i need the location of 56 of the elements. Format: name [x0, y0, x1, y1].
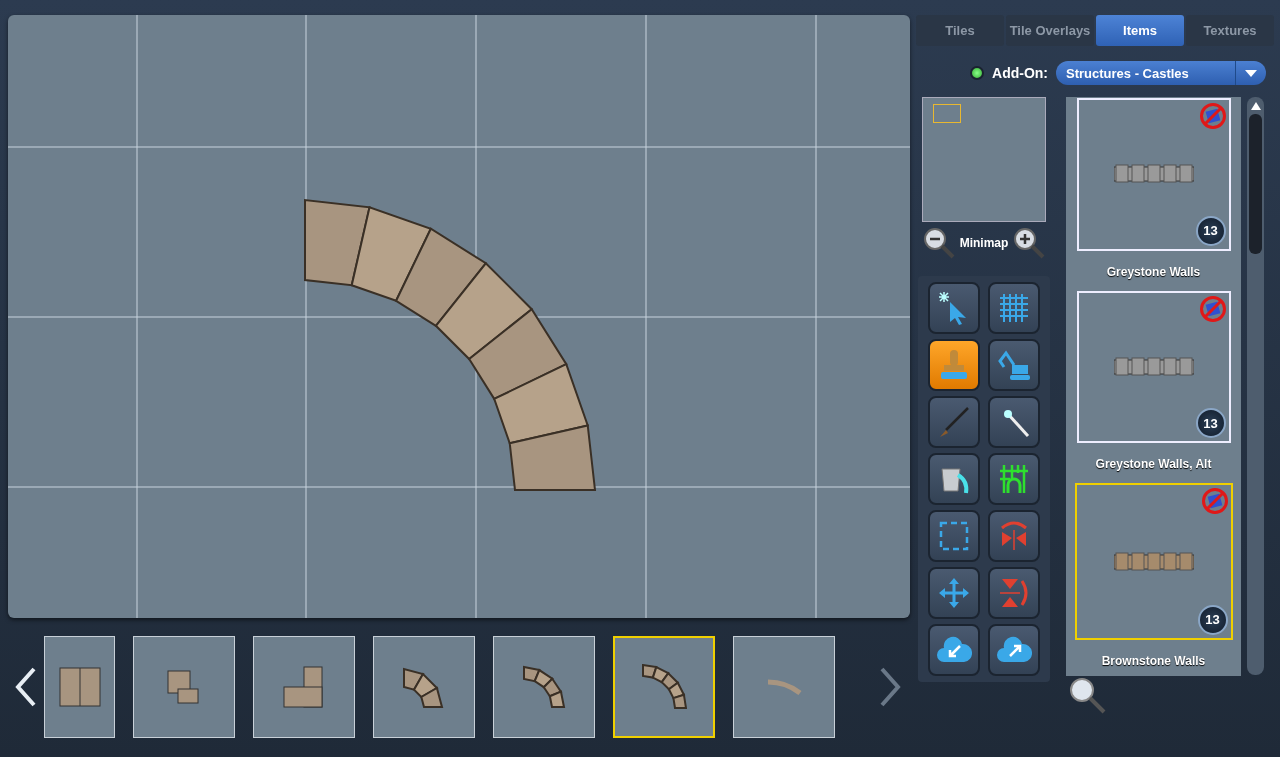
- minimap-label: Minimap: [959, 236, 1009, 250]
- no-dice-icon: [1200, 487, 1229, 516]
- piece-thumbnail[interactable]: [253, 636, 355, 738]
- tool-button[interactable]: [928, 282, 980, 334]
- item-name: Greystone Walls: [1106, 264, 1201, 279]
- piece-thumbnail[interactable]: [373, 636, 475, 738]
- item-card[interactable]: 13: [1076, 98, 1231, 251]
- piece-thumbnail[interactable]: [733, 636, 835, 738]
- piece-thumbnail[interactable]: [133, 636, 235, 738]
- stone-arch-icon: [641, 664, 687, 710]
- status-light: [970, 66, 984, 80]
- zoom-out-icon[interactable]: [921, 226, 956, 260]
- zoom-in-icon[interactable]: [1012, 226, 1047, 260]
- tool-button[interactable]: [928, 567, 980, 619]
- tool-button[interactable]: [988, 282, 1040, 334]
- count-badge: 13: [1195, 215, 1226, 246]
- tool-button[interactable]: [988, 624, 1040, 676]
- category-tab[interactable]: Items: [1096, 15, 1184, 46]
- stone-arch-icon: [402, 665, 446, 709]
- caret-icon: [1245, 69, 1257, 77]
- stone-arc-icon: [766, 679, 802, 695]
- stone-corner-icon: [166, 669, 202, 705]
- no-dice-icon: [1198, 102, 1227, 130]
- piece-thumbnail[interactable]: [613, 636, 715, 738]
- item-name: Brownstone Walls: [1101, 654, 1206, 668]
- scrollbar[interactable]: [1247, 97, 1264, 675]
- category-tab[interactable]: Tile Overlays: [1006, 15, 1094, 46]
- tool-button[interactable]: [988, 453, 1040, 505]
- item-name: Greystone Walls, Alt: [1095, 457, 1212, 472]
- scroll-up-icon[interactable]: [1250, 102, 1261, 110]
- viewport-frame: [933, 104, 961, 123]
- piece-thumbnail[interactable]: [493, 636, 595, 738]
- item-card[interactable]: 13: [1074, 483, 1233, 640]
- tool-button[interactable]: [988, 339, 1040, 391]
- wall-segment-icon: [1113, 163, 1194, 186]
- stone-arch-icon: [522, 665, 566, 709]
- stone-corner-icon: [57, 666, 102, 708]
- wall-segment-icon: [1113, 550, 1194, 573]
- count-badge: 13: [1195, 408, 1226, 439]
- wall-segment-icon: [1113, 356, 1194, 378]
- stone-corner-icon: [282, 665, 326, 709]
- item-card[interactable]: 13: [1076, 290, 1231, 444]
- count-badge: 13: [1197, 605, 1228, 635]
- category-tab[interactable]: Textures: [1186, 15, 1274, 46]
- tool-button[interactable]: [988, 396, 1040, 448]
- category-tab[interactable]: Tiles: [916, 15, 1004, 46]
- tool-button[interactable]: [928, 510, 980, 562]
- search-icon[interactable]: [1068, 676, 1108, 716]
- piece-thumbnail[interactable]: [44, 636, 115, 738]
- tool-button[interactable]: [928, 339, 980, 391]
- add-on-dropdown[interactable]: Structures - Castles: [1056, 61, 1266, 85]
- tool-button[interactable]: [928, 453, 980, 505]
- add-on-label: Add-On:: [992, 65, 1048, 81]
- no-dice-icon: [1198, 294, 1227, 323]
- tool-button[interactable]: [928, 624, 980, 676]
- scroll-thumb[interactable]: [1249, 114, 1262, 254]
